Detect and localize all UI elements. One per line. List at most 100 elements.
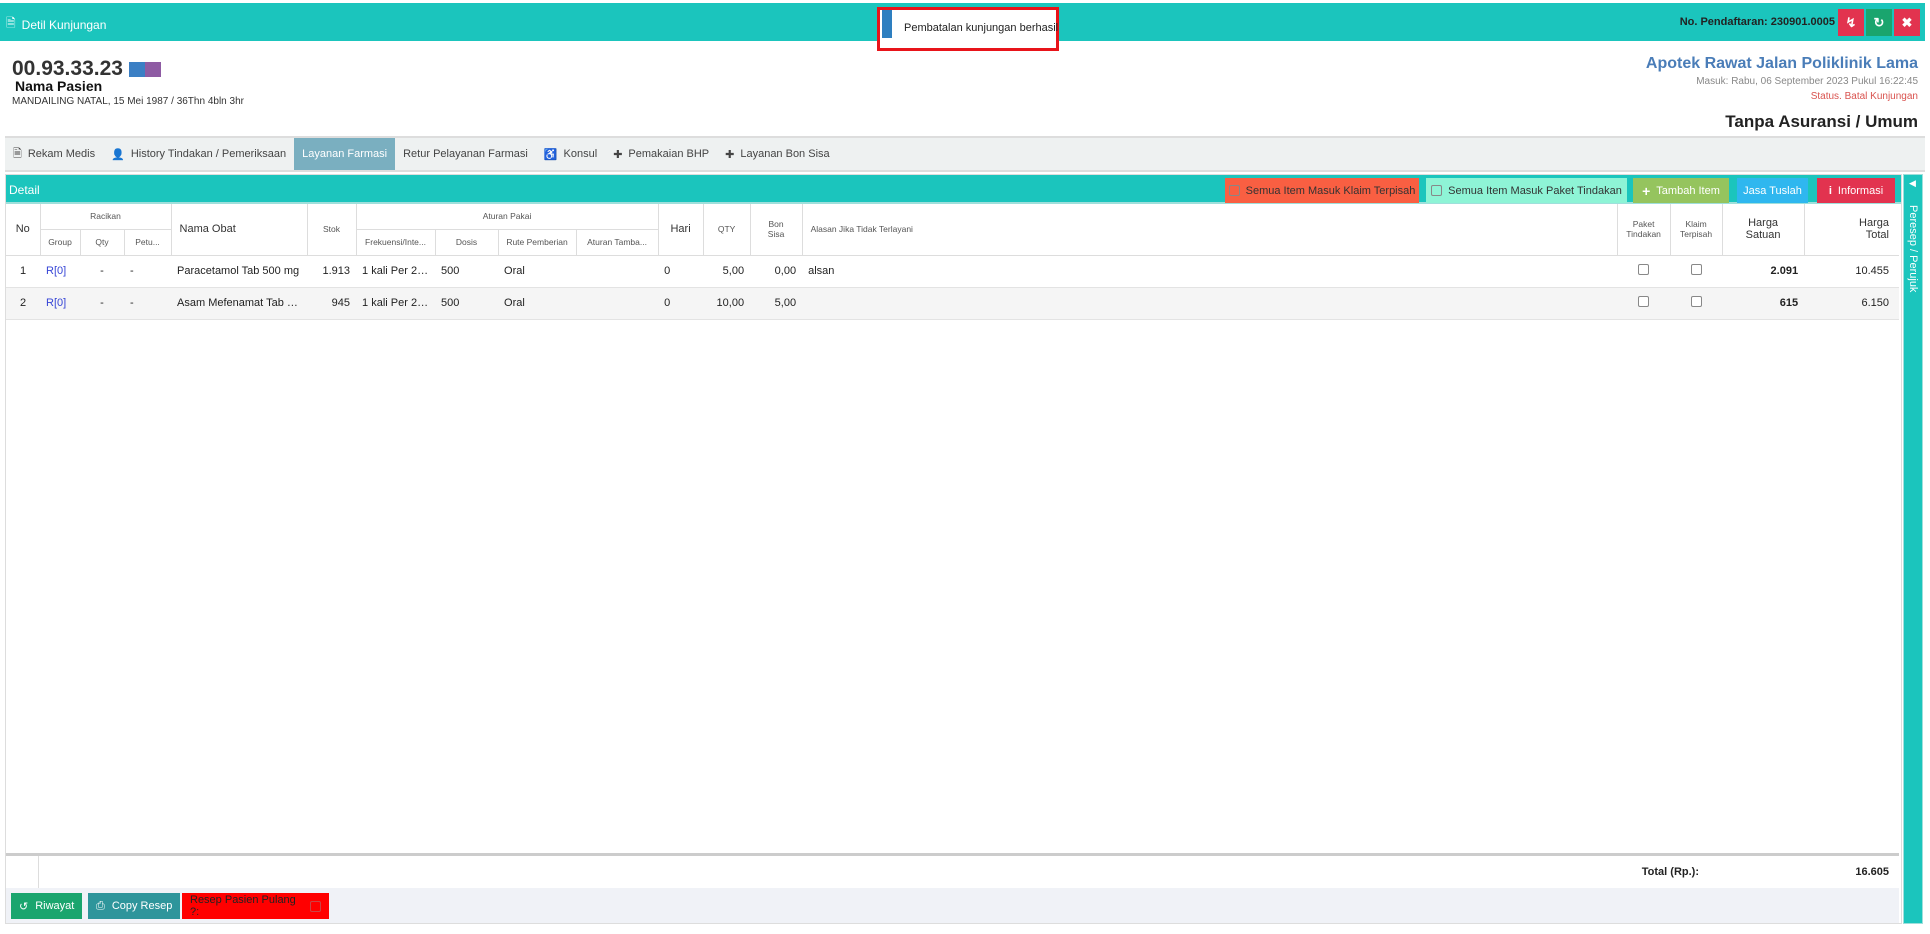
caret-left-icon: ◀ [1909, 178, 1916, 188]
header-title: 🗎 Detil Kunjungan [6, 14, 106, 35]
col-dosis: Dosis [435, 229, 499, 256]
cell-petunjuk: - [124, 287, 172, 320]
resep-pulang-toggle[interactable]: Resep Pasien Pulang ?: [182, 893, 329, 919]
col-harga-total: Harga Total [1804, 204, 1899, 256]
history-icon: ↺ [19, 900, 29, 913]
insurance-label: Tanpa Asuransi / Umum [1725, 112, 1918, 131]
tab-retur[interactable]: Retur Pelayanan Farmasi [395, 138, 536, 170]
cell-alasan [802, 287, 1618, 320]
group-link[interactable]: R[0] [40, 287, 80, 320]
klaim-terpisah-button[interactable]: Semua Item Masuk Klaim Terpisah [1225, 178, 1419, 203]
col-rute: Rute Pemberian [498, 229, 577, 256]
medkit-icon: ✚ [613, 148, 623, 161]
checkbox[interactable] [1431, 185, 1443, 196]
col-bon-sisa: Bon Sisa [750, 204, 803, 256]
cell-no: 1 [6, 255, 40, 288]
tab-konsul[interactable]: ♿ Konsul [536, 138, 605, 170]
col-petunjuk: Petu... [124, 229, 172, 256]
cell-harga-total: 6.150 [1804, 287, 1899, 320]
visit-masuk: Masuk: Rabu, 06 September 2023 Pukul 16:… [1696, 76, 1918, 87]
visit-status: Status. Batal Kunjungan [1810, 91, 1918, 102]
checkbox[interactable] [1228, 185, 1240, 196]
col-frekuensi: Frekuensi/Inte... [356, 229, 436, 256]
cell-paket [1617, 255, 1671, 288]
cell-bon-sisa: 0,00 [750, 255, 803, 288]
col-aturan-pakai: Aturan Pakai [356, 204, 659, 230]
peresep-sidebar-toggle[interactable]: ◀ Peresep / Perujuk [1903, 174, 1923, 924]
file-icon: 🗎 [6, 16, 16, 30]
cell-harga-total: 10.455 [1804, 255, 1899, 288]
tab-rekam-medis[interactable]: 🗎 Rekam Medis [5, 138, 103, 170]
table-row[interactable]: 1 R[0] - - Paracetamol Tab 500 mg 1.913 … [6, 255, 1899, 288]
cell-stok: 1.913 [307, 255, 357, 288]
cell-aturan-tambahan [576, 255, 659, 288]
col-aturan-tambahan: Aturan Tamba... [576, 229, 659, 256]
footer-bar: ↺ Riwayat ⎙ Copy Resep Resep Pasien Pulang… [6, 888, 1899, 923]
info-icon: i [1828, 184, 1832, 197]
cell-klaim [1670, 255, 1723, 288]
tab-bon-sisa[interactable]: ✚ Layanan Bon Sisa [717, 138, 838, 170]
cell-qty-total: 5,00 [703, 255, 751, 288]
edit-icon[interactable] [144, 61, 161, 77]
close-button[interactable]: ✖ [1894, 9, 1920, 36]
document-icon: 🗎 [13, 147, 22, 160]
cell-alasan: alsan [802, 255, 1618, 288]
patient-info: MANDAILING NATAL, 15 Mei 1987 / 36Thn 4b… [12, 96, 244, 107]
col-no: No [6, 204, 41, 256]
copy-resep-button[interactable]: ⎙ Copy Resep [88, 893, 181, 919]
cell-nama-obat: Paracetamol Tab 500 mg [171, 255, 308, 288]
detail-panel: Detail Semua Item Masuk Klaim Terpisah S… [5, 174, 1902, 924]
doctor-icon: 👤 [111, 148, 125, 161]
tab-history[interactable]: 👤 History Tindakan / Pemeriksaan [103, 138, 294, 170]
tab-pemakaian-bhp[interactable]: ✚ Pemakaian BHP [605, 138, 717, 170]
medkit-icon: ✚ [725, 148, 735, 161]
group-link[interactable]: R[0] [40, 255, 80, 288]
cell-qty: - [80, 255, 124, 288]
riwayat-button[interactable]: ↺ Riwayat [11, 893, 83, 919]
col-qty: QTY [703, 204, 751, 256]
cell-klaim [1670, 287, 1723, 320]
col-nama-obat: Nama Obat [171, 204, 308, 256]
total-label: Total (Rp.): [1641, 866, 1699, 878]
list-icon[interactable] [128, 61, 145, 77]
cell-qty: - [80, 287, 124, 320]
total-row: Total (Rp.): 16.605 [6, 853, 1899, 888]
plus-icon: + [1642, 182, 1651, 199]
registration-number: No. Pendaftaran: 230901.0005 [1679, 16, 1835, 28]
col-racikan: Racikan [40, 204, 172, 230]
total-value: 16.605 [1855, 866, 1889, 878]
cell-rute: Oral [498, 287, 577, 320]
tab-layanan-farmasi[interactable]: Layanan Farmasi [294, 138, 396, 170]
cell-stok: 945 [307, 287, 357, 320]
tambah-item-button[interactable]: + Tambah Item [1633, 178, 1729, 203]
toast-message: Pembatalan kunjungan berhasil [904, 22, 1059, 34]
print-icon: ⎙ [96, 899, 105, 912]
cell-hari: 0 [658, 255, 704, 288]
farmasi-table: No Racikan Nama Obat Stok Aturan Pakai H… [6, 204, 1899, 320]
cell-frekuensi: 1 kali Per 24... [356, 287, 436, 320]
cell-qty-total: 10,00 [703, 287, 751, 320]
jasa-tuslah-button[interactable]: Jasa Tuslah [1737, 178, 1808, 203]
cell-frekuensi: 1 kali Per 24... [356, 255, 436, 288]
sidebar-label: Peresep / Perujuk [1907, 205, 1919, 293]
table-row[interactable]: 2 R[0] - - Asam Mefenamat Tab 5... 945 1… [6, 287, 1899, 320]
unlink-button[interactable]: ↯ [1838, 9, 1864, 36]
refresh-button[interactable]: ↻ [1866, 9, 1892, 36]
cell-aturan-tambahan [576, 287, 659, 320]
paket-checkbox[interactable] [1638, 264, 1650, 275]
cell-paket [1617, 287, 1671, 320]
col-racikan-qty: Qty [80, 229, 125, 256]
col-alasan: Alasan Jika Tidak Terlayani [802, 204, 1618, 256]
klaim-checkbox[interactable] [1690, 264, 1702, 275]
patient-name: Nama Pasien [15, 78, 103, 94]
klaim-checkbox[interactable] [1690, 296, 1702, 307]
paket-checkbox[interactable] [1638, 296, 1650, 307]
visit-info: Apotek Rawat Jalan Poliklinik Lama Masuk… [1646, 55, 1918, 102]
toast-accent [882, 10, 892, 38]
resep-pulang-checkbox[interactable] [310, 900, 321, 912]
cell-harga-satuan: 615 [1722, 287, 1805, 320]
paket-tindakan-button[interactable]: Semua Item Masuk Paket Tindakan [1426, 178, 1627, 203]
informasi-button[interactable]: i Informasi [1817, 178, 1895, 203]
wheelchair-icon: ♿ [543, 148, 558, 161]
col-paket-tindakan: Paket Tindakan [1617, 204, 1671, 256]
